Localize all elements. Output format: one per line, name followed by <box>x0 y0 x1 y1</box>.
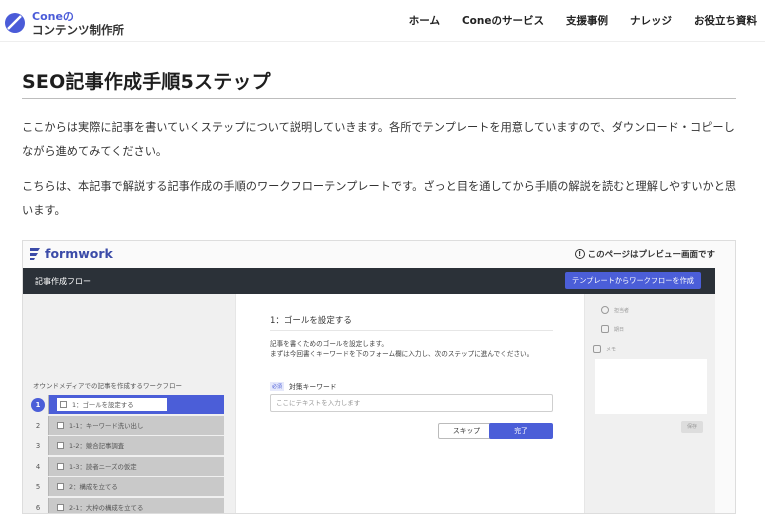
keyword-field-label-row: 必須 対策キーワード <box>270 381 337 391</box>
workflow-step-list: 1 1：ゴールを設定する 2 1-1：キーワード洗い出し 3 1-2：競合記事調… <box>31 395 226 514</box>
checkbox-icon <box>57 462 64 470</box>
memo-box <box>595 359 707 414</box>
step-box: 2-1：大枠の構成を立てる <box>48 497 224 514</box>
step-desc-line1: 記事を書くためのゴールを設定します。 <box>270 340 389 348</box>
workflow-step: 4 1-3：読者ニーズの仮定 <box>31 456 226 478</box>
checkbox-icon <box>57 503 64 511</box>
step-label: 1-3：読者ニーズの仮定 <box>69 462 137 471</box>
calendar-icon <box>601 325 609 333</box>
step-inner: 1：ゴールを設定する <box>57 398 167 411</box>
workflow-step: 1 1：ゴールを設定する <box>31 395 226 416</box>
checkbox-icon <box>60 401 67 408</box>
formwork-preview-image: formwork ! このページはプレビュー画面です 記事作成フロー テンプレー… <box>22 240 736 514</box>
step-number: 3 <box>35 442 41 451</box>
step-detail-description: 記事を書くためのゴールを設定します。 まずは今回書くキーワードを下のフォーム欄に… <box>270 339 533 359</box>
checkbox-icon <box>57 483 64 490</box>
step-number: 2 <box>35 421 41 430</box>
flow-header-bar: 記事作成フロー テンプレートからワークフローを作成 <box>23 268 715 294</box>
preview-notice-text: このページはプレビュー画面です <box>587 250 715 260</box>
nav-services[interactable]: Coneのサービス <box>462 13 544 28</box>
memo-row: メモ <box>593 345 616 353</box>
step-detail-title: 1：ゴールを設定する <box>270 316 352 326</box>
formwork-logo: formwork <box>29 246 113 261</box>
checkbox-icon <box>57 421 64 429</box>
logo-line2: コンテンツ制作所 <box>32 23 124 37</box>
flow-title: 記事作成フロー <box>35 277 91 286</box>
step-inner: 1-2：競合記事調査 <box>57 439 130 452</box>
preview-right-margin <box>715 268 735 513</box>
memo-label: メモ <box>606 346 617 353</box>
step-detail-panel: 1：ゴールを設定する 記事を書くためのゴールを設定します。 まずは今回書くキーワ… <box>235 294 585 513</box>
due-label: 期日 <box>614 326 625 333</box>
formwork-topbar: formwork ! このページはプレビュー画面です <box>23 241 735 267</box>
nav-resources[interactable]: お役立ち資料 <box>694 13 757 28</box>
assignee-label: 担当者 <box>614 307 630 314</box>
workflow-heading: オウンドメディアでの記事を作成するワークフロー <box>33 382 183 390</box>
step-detail-divider <box>270 330 553 331</box>
step-label: 2-1：大枠の構成を立てる <box>69 503 144 512</box>
nav-cases[interactable]: 支援事例 <box>566 13 608 28</box>
step-inner: 2：構成を立てる <box>57 480 124 493</box>
article-paragraph-1: ここからは実際に記事を書いていくステップについて説明していきます。各所でテンプレ… <box>22 121 735 158</box>
step-label: 1：ゴールを設定する <box>72 401 134 409</box>
required-badge: 必須 <box>270 381 285 391</box>
article-title: SEO記事作成手順5ステップ <box>22 71 271 93</box>
step-inner: 1-1：キーワード洗い出し <box>57 419 149 432</box>
nav-knowledge[interactable]: ナレッジ <box>630 13 672 28</box>
create-from-template-button: テンプレートからワークフローを作成 <box>565 272 701 289</box>
site-logo[interactable]: Coneの コンテンツ制作所 <box>4 6 144 38</box>
step-inner: 1-3：読者ニーズの仮定 <box>57 460 143 473</box>
formwork-logo-text: formwork <box>45 246 113 261</box>
article-paragraph-2: こちらは、本記事で解説する記事作成の手順のワークフローテンプレートです。ざっと目… <box>22 180 737 217</box>
due-row: 期日 <box>601 325 624 333</box>
comment-icon <box>593 345 601 353</box>
title-divider <box>22 98 736 99</box>
step-number: 1 <box>31 398 45 413</box>
assignee-row: 担当者 <box>601 306 629 314</box>
step-box: 1-1：キーワード洗い出し <box>48 415 224 435</box>
workflow-step: 2 1-1：キーワード洗い出し <box>31 415 226 437</box>
preview-notice: ! このページはプレビュー画面です <box>574 248 715 260</box>
workflow-step: 3 1-2：競合記事調査 <box>31 436 226 457</box>
main-nav: ホーム Coneのサービス 支援事例 ナレッジ お役立ち資料 <box>409 13 757 28</box>
workflow-step: 6 2-1：大枠の構成を立てる <box>31 497 226 514</box>
step-box: 2：構成を立てる <box>48 477 224 496</box>
formwork-logo-icon <box>30 247 40 260</box>
info-icon: ! <box>574 249 585 259</box>
cone-logo-icon <box>5 13 25 33</box>
step-number: 6 <box>35 503 41 512</box>
skip-button: スキップ <box>438 423 495 439</box>
nav-home[interactable]: ホーム <box>409 13 440 28</box>
step-number: 5 <box>35 483 41 492</box>
step-label: 2：構成を立てる <box>69 483 118 491</box>
done-button: 完了 <box>489 423 553 439</box>
step-box: 1-3：読者ニーズの仮定 <box>48 456 224 476</box>
person-icon <box>601 306 609 314</box>
step-box: 1：ゴールを設定する <box>48 395 224 414</box>
keyword-input: ここにテキストを入力します <box>270 394 553 412</box>
step-desc-line2: まずは今回書くキーワードを下のフォーム欄に入力し、次のステップに進んでください。 <box>270 350 534 358</box>
checkbox-icon <box>57 442 64 449</box>
step-box: 1-2：競合記事調査 <box>48 436 224 455</box>
workflow-step: 5 2：構成を立てる <box>31 477 226 498</box>
save-button: 保存 <box>681 421 703 433</box>
step-inner: 2-1：大枠の構成を立てる <box>57 501 149 514</box>
site-header: Coneの コンテンツ制作所 ホーム Coneのサービス 支援事例 ナレッジ お… <box>0 0 765 42</box>
step-label: 1-2：競合記事調査 <box>69 442 125 450</box>
step-label: 1-1：キーワード洗い出し <box>69 421 144 430</box>
step-number: 4 <box>35 462 41 471</box>
keyword-label: 対策キーワード <box>289 383 337 391</box>
step-meta-panel: 担当者 期日 メモ 保存 <box>585 294 715 513</box>
